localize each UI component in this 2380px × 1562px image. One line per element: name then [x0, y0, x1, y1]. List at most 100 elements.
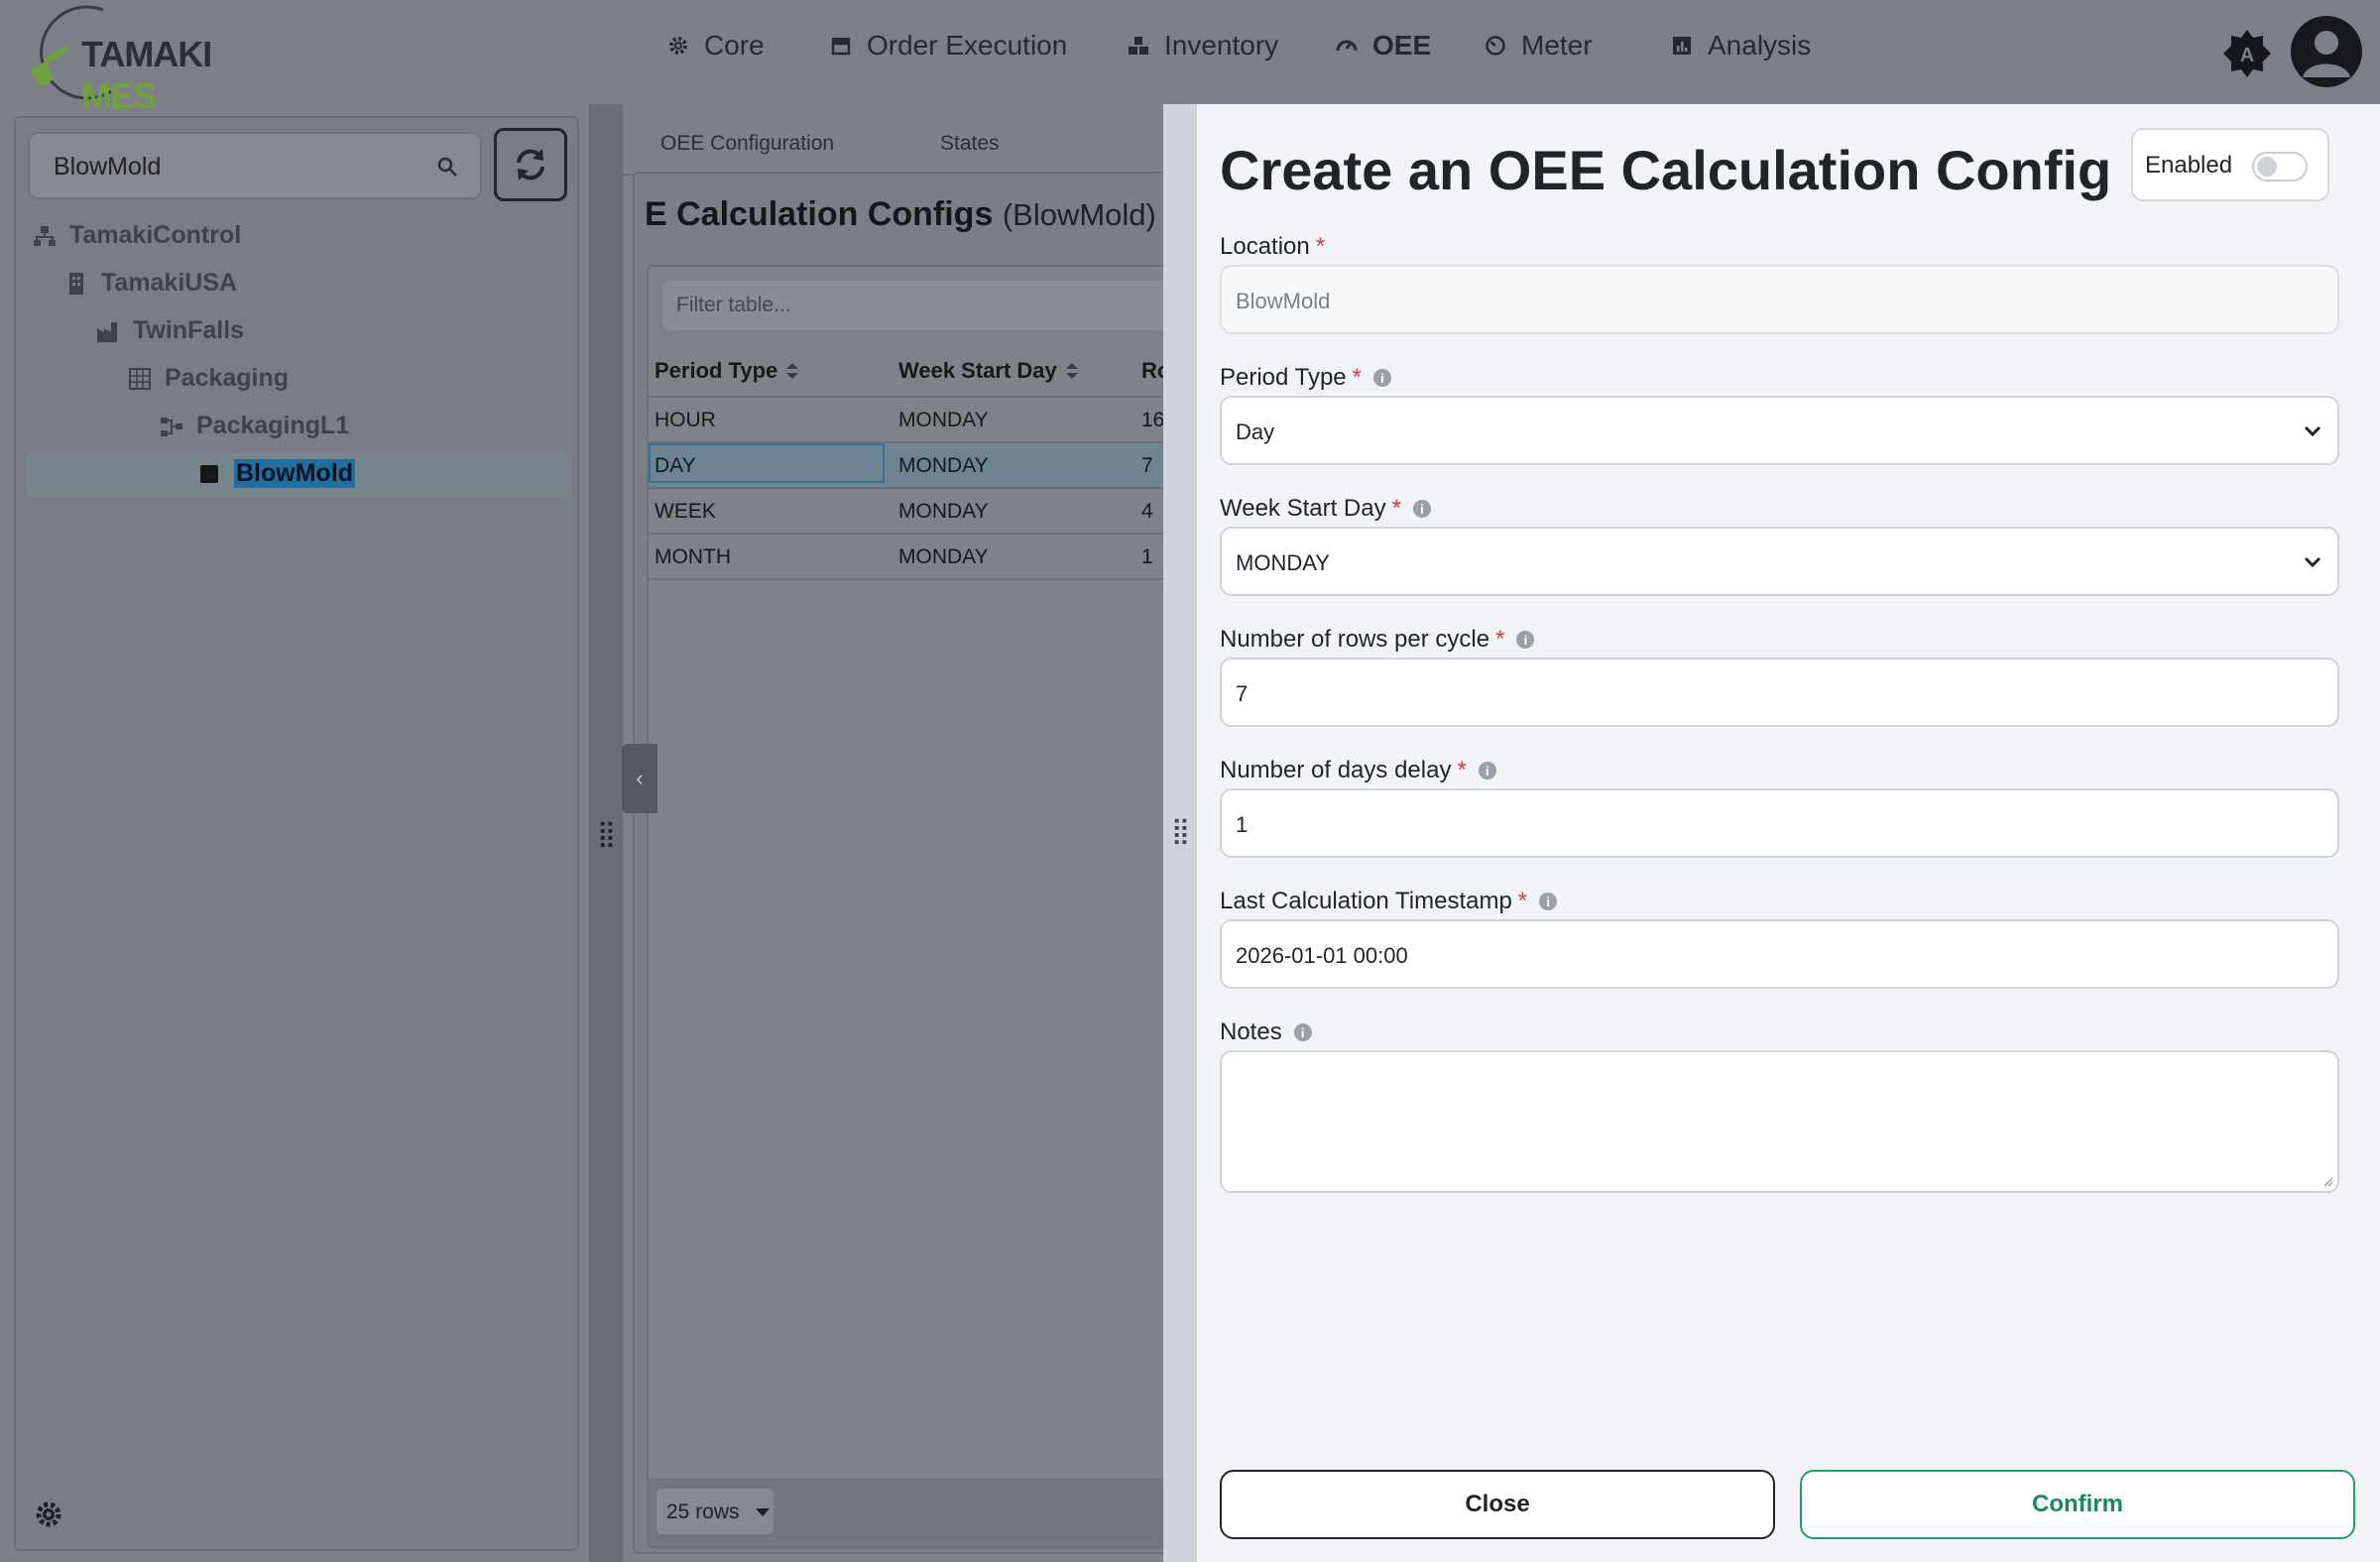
info-icon[interactable]: i — [1412, 500, 1431, 518]
drawer-drag-handle-icon[interactable]: ⣿ — [1171, 815, 1190, 846]
required-marker: * — [1517, 888, 1528, 914]
close-button[interactable]: Close — [1220, 1470, 1775, 1539]
info-icon[interactable]: i — [1539, 893, 1558, 910]
rows-per-page-select[interactable]: 25 rows — [656, 1489, 774, 1534]
tab-oee-configuration[interactable]: OEE Configuration — [660, 132, 834, 156]
nav-analysis[interactable]: Analysis — [1670, 30, 1811, 61]
resize-grip-icon[interactable] — [2321, 1175, 2333, 1187]
nav-order-execution[interactable]: Order Execution — [829, 30, 1067, 61]
table-row[interactable]: MONTH MONDAY 1 — [649, 535, 1165, 580]
tree-item-packaging[interactable]: Packaging — [127, 364, 289, 393]
brand-word-1: TAMAKI — [81, 34, 212, 74]
tab-states[interactable]: States — [940, 132, 1000, 156]
theme-toggle-icon[interactable]: A — [2221, 28, 2273, 79]
column-header-label: Period Type — [654, 358, 778, 383]
boxes-icon — [1129, 37, 1148, 55]
table-row[interactable]: HOUR MONDAY 16 — [649, 398, 1165, 443]
nav-oee[interactable]: OEE — [1335, 30, 1431, 61]
period-type-value: Day — [1236, 420, 1275, 444]
required-marker: * — [1352, 364, 1362, 391]
brand-word-2: MES — [81, 75, 157, 116]
enabled-switch-container: Enabled — [2131, 128, 2329, 201]
nav-meter[interactable]: Meter — [1484, 30, 1593, 61]
nav-order-execution-label: Order Execution — [867, 30, 1068, 60]
nav-core-label: Core — [704, 30, 765, 60]
nav-core[interactable]: Core — [666, 30, 765, 61]
location-label-text: Location — [1220, 233, 1310, 260]
configs-table: Filter table... Period Type Week Start D… — [647, 265, 1165, 1548]
drawer-title: Create an OEE Calculation Config — [1220, 139, 2112, 201]
column-header-label: Week Start Day — [898, 358, 1057, 383]
building-icon — [69, 272, 83, 295]
store-icon — [831, 38, 851, 56]
rows-per-cycle-label: Number of rows per cycle * i — [1220, 626, 1535, 654]
tree-item-twinfalls[interactable]: TwinFalls — [95, 316, 244, 345]
tree-label: Packaging — [165, 364, 290, 392]
tree-label: TamakiUSA — [101, 269, 238, 297]
days-delay-input[interactable]: 1 — [1220, 788, 2339, 858]
refresh-button[interactable] — [494, 128, 567, 201]
week-start-day-select[interactable]: MONDAY — [1220, 527, 2339, 596]
nav-inventory[interactable]: Inventory — [1127, 30, 1278, 61]
enabled-label: Enabled — [2145, 152, 2233, 179]
brand-name: TAMAKI MES — [81, 34, 242, 117]
last-calc-label: Last Calculation Timestamp * i — [1220, 888, 1558, 915]
rows-per-cycle-input[interactable]: 7 — [1220, 658, 2339, 727]
info-icon[interactable]: i — [1516, 631, 1535, 649]
nav-oee-label: OEE — [1372, 30, 1432, 60]
page-title: E Calculation Configs (BlowMold) — [645, 195, 1156, 234]
column-header-week-start-day[interactable]: Week Start Day — [898, 358, 1079, 384]
period-type-label: Period Type * i — [1220, 364, 1391, 392]
cell-period-type: HOUR — [654, 409, 716, 431]
panel-splitter[interactable]: ⣿ — [589, 104, 623, 1562]
column-header-rows[interactable]: Ro — [1141, 358, 1165, 384]
table-row[interactable]: WEEK MONDAY 4 — [649, 489, 1165, 535]
nav-analysis-label: Analysis — [1708, 30, 1812, 60]
cell-rows: 16 — [1141, 409, 1165, 431]
rows-per-page-value: 25 rows — [666, 1501, 740, 1523]
create-config-drawer: Create an OEE Calculation Config Enabled… — [1197, 104, 2380, 1562]
tree-item-tamakicontrol[interactable]: TamakiControl — [32, 221, 241, 250]
period-type-select[interactable]: Day — [1220, 396, 2339, 465]
last-calc-timestamp-input[interactable]: 2026-01-01 00:00 — [1220, 919, 2339, 989]
info-icon[interactable]: i — [1372, 369, 1391, 387]
caret-down-icon — [756, 1508, 770, 1516]
brand-logo[interactable]: TAMAKI MES — [24, 4, 242, 116]
nav-meter-label: Meter — [1521, 30, 1593, 60]
tree-item-packagingl1[interactable]: PackagingL1 — [159, 412, 349, 440]
info-icon[interactable]: i — [1478, 762, 1496, 780]
square-icon — [200, 464, 218, 483]
nav-inventory-label: Inventory — [1164, 30, 1279, 60]
collapse-panel-button[interactable]: ‹ — [622, 744, 657, 813]
cell-rows: 7 — [1141, 454, 1153, 477]
user-avatar[interactable] — [2291, 16, 2362, 87]
cell-period-type: MONTH — [654, 545, 731, 568]
filter-table-input[interactable]: Filter table... — [662, 281, 1165, 330]
gauge-icon — [1336, 40, 1358, 52]
settings-gear-icon[interactable] — [34, 1500, 63, 1529]
tree-item-blowmold[interactable]: BlowMold — [196, 459, 356, 488]
enabled-toggle[interactable] — [2252, 152, 2308, 181]
location-sidebar: BlowMold TamakiControl TamakiUSA TwinFal… — [14, 116, 579, 1551]
confirm-button[interactable]: Confirm — [1800, 1470, 2355, 1539]
main-content: OEE Configuration States E Calculation C… — [623, 104, 1165, 1562]
sitemap-icon — [34, 225, 56, 246]
rows-per-cycle-value: 7 — [1236, 681, 1249, 706]
info-icon[interactable]: i — [1293, 1023, 1312, 1041]
required-marker: * — [1391, 495, 1401, 522]
cell-rows: 4 — [1141, 500, 1153, 523]
days-delay-label-text: Number of days delay — [1220, 757, 1452, 783]
table-row-selected[interactable]: DAY MONDAY 7 — [649, 443, 1165, 489]
notes-textarea[interactable] — [1220, 1050, 2339, 1193]
tree-label: PackagingL1 — [196, 412, 350, 439]
column-header-period-type[interactable]: Period Type — [654, 358, 799, 384]
location-search-input[interactable]: BlowMold — [28, 132, 482, 199]
line-icon — [161, 417, 182, 436]
cell-week-start-day: MONDAY — [898, 409, 989, 431]
notes-label: Notes i — [1220, 1019, 1312, 1046]
location-label: Location * — [1220, 233, 1325, 261]
location-value: BlowMold — [1236, 289, 1331, 313]
configs-panel: E Calculation Configs (BlowMold) Filter … — [633, 172, 1165, 1554]
tree-item-tamakiusa[interactable]: TamakiUSA — [63, 269, 237, 298]
tree-label: BlowMold — [234, 459, 356, 488]
